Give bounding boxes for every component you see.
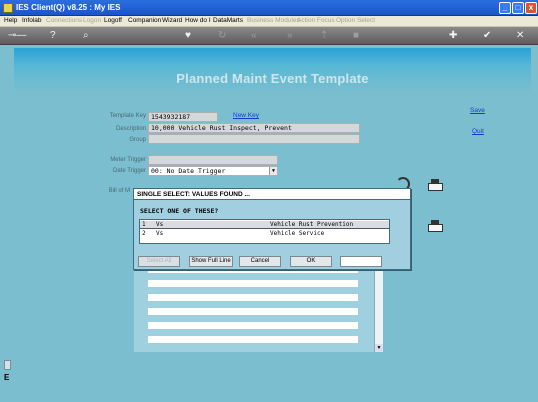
scroll-down-icon[interactable]: ▼ — [375, 344, 383, 352]
table-row[interactable] — [148, 308, 358, 315]
list-item[interactable]: 1 Vs Vehicle Rust Prevention — [140, 221, 389, 229]
side-tab[interactable] — [4, 360, 11, 370]
menu-option-select: Option Select — [336, 17, 376, 24]
date-trigger-value: 00: No Date Trigger — [151, 167, 226, 175]
edge-marker: E — [4, 373, 10, 382]
template-key-label: Template Key — [109, 113, 146, 119]
quit-link[interactable]: Quit — [472, 128, 484, 135]
window-title-bar: IES Client(Q) v8.25 : My IES _ □ x — [0, 0, 538, 16]
table-row[interactable] — [148, 280, 358, 287]
table-row[interactable] — [148, 336, 358, 343]
check-icon[interactable]: ✔ — [483, 30, 491, 42]
list-item[interactable]: 2 Vs Vehicle Service — [140, 230, 389, 238]
cancel-button[interactable]: Cancel — [239, 256, 281, 267]
forward-icon[interactable]: » — [287, 30, 293, 42]
chevron-down-icon[interactable]: ▼ — [269, 167, 277, 175]
grid-scrollbar[interactable]: ▼ — [374, 262, 383, 352]
bill-of-materials-label: Bill of M — [108, 188, 130, 194]
menu-infolab[interactable]: Infolab — [22, 17, 42, 24]
description-field[interactable]: 10,000 Vehicle Rust Inspect, Prevent — [148, 123, 360, 133]
menu-help[interactable]: Help — [4, 17, 17, 24]
stop-icon[interactable]: ■ — [353, 30, 359, 42]
date-trigger-select[interactable]: 00: No Date Trigger ▼ — [148, 166, 278, 176]
row-number: 1 — [142, 221, 146, 228]
heart-icon[interactable]: ♥ — [185, 30, 191, 42]
new-key-link[interactable]: New Key — [233, 112, 259, 119]
printer-icon[interactable] — [426, 178, 444, 192]
table-row[interactable] — [148, 294, 358, 301]
up-icon[interactable]: ⇡ — [320, 30, 328, 42]
meter-trigger-label: Meter Trigger — [110, 157, 146, 163]
app-icon — [3, 3, 13, 13]
key-icon[interactable]: ⊸— — [8, 30, 26, 42]
materials-grid — [134, 262, 374, 352]
window-title: IES Client(Q) v8.25 : My IES — [16, 3, 121, 12]
menu-datamarts[interactable]: DataMarts — [213, 17, 243, 24]
row-description: Vehicle Service — [270, 230, 325, 237]
grid-column — [148, 262, 358, 352]
rewind-icon[interactable]: « — [251, 30, 257, 42]
close-window-button[interactable]: x — [525, 2, 537, 14]
close-icon[interactable]: ✕ — [516, 30, 524, 42]
menu-logon: Logon — [83, 17, 102, 24]
menu-companion[interactable]: Companion — [128, 17, 161, 24]
page-title: Planned Maint Event Template — [176, 71, 369, 86]
save-link[interactable]: Save — [470, 107, 485, 114]
toolbar: ⊸— ? ⌕ ♥ ↻ « » ⇡ ■ ✚ ✔ ✕ — [0, 27, 538, 45]
printer-body — [428, 224, 443, 232]
minimize-button[interactable]: _ — [499, 2, 511, 14]
menu-logoff[interactable]: Logoff — [104, 17, 122, 24]
help-icon[interactable]: ? — [50, 30, 56, 42]
group-label: Group — [129, 137, 146, 143]
printer-icon-2[interactable] — [426, 219, 444, 233]
menu-connections: Connections — [46, 17, 83, 24]
row-description: Vehicle Rust Prevention — [270, 221, 354, 228]
dialog-title: SINGLE SELECT: VALUES FOUND ... — [134, 189, 410, 200]
printer-body — [428, 183, 443, 191]
menu-wizard[interactable]: Wizard — [162, 17, 182, 24]
page-banner: Planned Maint Event Template — [14, 48, 531, 93]
table-row[interactable] — [148, 322, 358, 329]
meter-trigger-field[interactable] — [148, 155, 278, 165]
template-key-field[interactable]: 1543932187 — [148, 112, 218, 122]
menu-business-modules: Business Modules — [247, 17, 300, 24]
dialog-prompt: SELECT ONE OF THESE? — [140, 207, 219, 215]
group-field[interactable] — [148, 134, 360, 144]
ok-button[interactable]: OK — [290, 256, 332, 267]
refresh-icon[interactable]: ↻ — [218, 30, 226, 42]
select-all-button: Select All — [138, 256, 180, 267]
date-trigger-label: Date Trigger — [112, 168, 146, 174]
plus-icon[interactable]: ✚ — [449, 30, 457, 42]
row-number: 2 — [142, 230, 146, 237]
row-code: Vs — [156, 221, 164, 228]
search-icon[interactable]: ⌕ — [83, 30, 89, 42]
show-full-line-button[interactable]: Show Full Line — [189, 256, 233, 267]
search-input[interactable] — [340, 256, 382, 267]
menu-action-focus: Action Focus — [297, 17, 335, 24]
menu-how-do-i[interactable]: How do I — [185, 17, 211, 24]
row-code: Vs — [156, 230, 164, 237]
description-label: Description — [115, 126, 146, 132]
menu-bar: Help Infolab Connections Logon Logoff Co… — [0, 16, 538, 27]
values-list: 1 Vs Vehicle Rust Prevention 2 Vs Vehicl… — [139, 219, 390, 244]
single-select-dialog: SINGLE SELECT: VALUES FOUND ... SELECT O… — [133, 188, 411, 270]
maximize-button[interactable]: □ — [512, 2, 524, 14]
